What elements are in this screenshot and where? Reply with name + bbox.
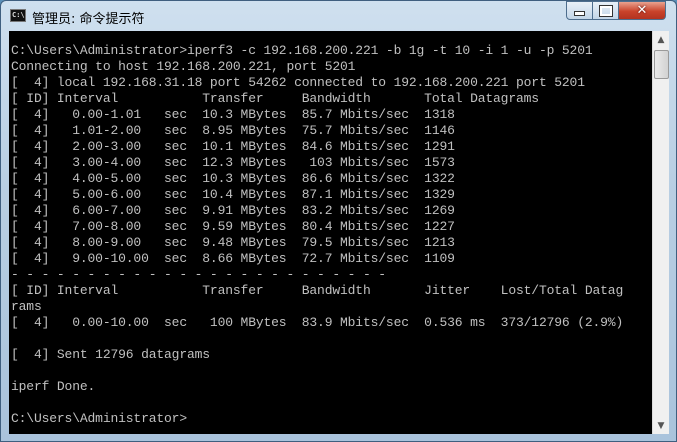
- title-bar[interactable]: C:\ 管理员: 命令提示符 ✕: [1, 1, 676, 31]
- chevron-down-icon: ▼: [657, 420, 665, 431]
- scroll-down-button[interactable]: ▼: [653, 417, 669, 434]
- command-prompt-window: C:\ 管理员: 命令提示符 ✕ C:\Users\Administrator>…: [0, 0, 677, 442]
- minimize-icon: [574, 11, 585, 16]
- console-output[interactable]: C:\Users\Administrator>iperf3 -c 192.168…: [9, 31, 652, 434]
- scroll-thumb[interactable]: [654, 50, 669, 79]
- window-title: 管理员: 命令提示符: [32, 12, 145, 27]
- maximize-button[interactable]: [592, 1, 619, 20]
- vertical-scrollbar[interactable]: ▲ ▼: [652, 31, 669, 434]
- scroll-up-button[interactable]: ▲: [653, 31, 669, 48]
- close-button[interactable]: ✕: [618, 1, 666, 20]
- maximize-icon: [598, 4, 613, 17]
- console-text: C:\Users\Administrator>iperf3 -c 192.168…: [11, 43, 624, 426]
- cmd-icon: C:\: [10, 9, 26, 22]
- chevron-up-icon: ▲: [657, 34, 665, 45]
- minimize-button[interactable]: [566, 1, 593, 20]
- close-icon: ✕: [636, 3, 648, 18]
